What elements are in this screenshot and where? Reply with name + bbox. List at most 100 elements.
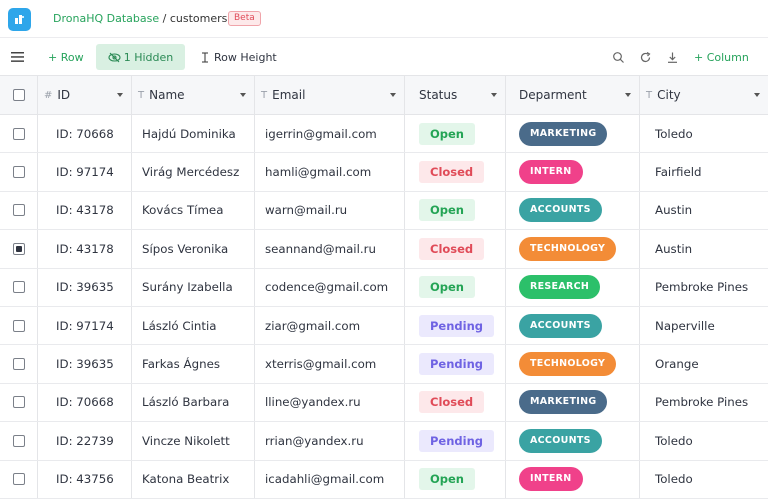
cell-status[interactable]: Pending <box>405 307 506 345</box>
cell-id[interactable]: ID: 43178 <box>38 191 132 230</box>
row-checkbox[interactable] <box>12 127 25 140</box>
cell-name[interactable]: László Cintia <box>132 307 255 345</box>
table-row[interactable]: ID: 43178 Kovács Tímea warn@mail.ru Open ACC… <box>0 191 768 231</box>
cell-city[interactable]: Pembroke Pines <box>640 384 768 421</box>
cell-id[interactable]: ID: 22739 <box>38 422 132 460</box>
cell-id[interactable]: ID: 43756 <box>38 460 132 498</box>
table-row[interactable]: ID: 39635 Farkas Ágnes xterris@gmail.com Pe… <box>0 345 768 384</box>
cell-status[interactable]: Open <box>405 460 506 498</box>
cell-status[interactable]: Open <box>405 115 506 153</box>
search-icon[interactable] <box>612 51 625 64</box>
cell-name[interactable]: Sípos Veronika <box>132 230 255 268</box>
cell-department[interactable]: MARKETING <box>506 115 640 153</box>
cell-department[interactable]: TECHNOLOGY <box>506 230 640 268</box>
column-header-email[interactable]: T Email <box>255 76 405 114</box>
column-header-city[interactable]: T City <box>640 76 768 114</box>
cell-department[interactable]: TECHNOLOGY <box>506 345 640 383</box>
breadcrumb-database[interactable]: DronaHQ Database <box>53 12 159 25</box>
row-height-button[interactable]: Row Height <box>200 38 277 76</box>
row-checkbox[interactable] <box>12 319 25 332</box>
cell-city[interactable]: Austin <box>640 192 768 229</box>
table-row[interactable]: ID: 97174 László Cintia ziar@gmail.com Pend… <box>0 307 768 346</box>
cell-id[interactable]: ID: 39635 <box>38 268 132 306</box>
cell-email[interactable]: xterris@gmail.com <box>255 345 405 383</box>
cell-department[interactable]: ACCOUNTS <box>506 307 640 345</box>
cell-department[interactable]: RESEARCH <box>506 268 640 306</box>
cell-city[interactable]: Toledo <box>640 115 768 152</box>
app-logo[interactable] <box>8 8 31 31</box>
cell-department[interactable]: INTERN <box>506 153 640 191</box>
cell-status[interactable]: Pending <box>405 345 506 383</box>
cell-city[interactable]: Orange <box>640 345 768 382</box>
cell-status[interactable]: Closed <box>405 383 506 422</box>
add-column-button[interactable]: + Column <box>694 38 749 76</box>
cell-city[interactable]: Pembroke Pines <box>640 269 768 306</box>
column-header-department[interactable]: Deparment <box>506 76 640 114</box>
row-checkbox[interactable] <box>12 358 25 371</box>
cell-id[interactable]: ID: 43178 <box>38 230 132 268</box>
table-row[interactable]: ID: 97174 Virág Mercédesz hamli@gmail.com C… <box>0 153 768 192</box>
column-header-id[interactable]: # ID <box>38 76 132 114</box>
table-row[interactable]: ID: 39635 Surány Izabella codence@gmail.co… <box>0 268 768 307</box>
select-all-checkbox[interactable] <box>12 89 25 101</box>
table-row[interactable]: ID: 43178 Sípos Veronika seannand@mail.ru C… <box>0 230 768 269</box>
cell-name[interactable]: Kovács Tímea <box>132 191 255 230</box>
table-row[interactable]: ID: 70668 László Barbara lline@yandex.ru Cl… <box>0 383 768 423</box>
chevron-down-icon[interactable] <box>625 93 631 97</box>
cell-email[interactable]: icadahli@gmail.com <box>255 460 405 498</box>
cell-status[interactable]: Closed <box>405 230 506 268</box>
cell-name[interactable]: Hajdú Dominika <box>132 115 255 153</box>
cell-city[interactable]: Toledo <box>640 422 768 459</box>
cell-id[interactable]: ID: 39635 <box>38 345 132 383</box>
cell-name[interactable]: Virág Mercédesz <box>132 153 255 191</box>
cell-email[interactable]: lline@yandex.ru <box>255 383 405 422</box>
cell-status[interactable]: Closed <box>405 153 506 191</box>
cell-name[interactable]: László Barbara <box>132 383 255 422</box>
cell-department[interactable]: INTERN <box>506 460 640 498</box>
cell-email[interactable]: ziar@gmail.com <box>255 307 405 345</box>
cell-email[interactable]: warn@mail.ru <box>255 191 405 230</box>
download-icon[interactable] <box>666 51 679 64</box>
hidden-columns-button[interactable]: 1 Hidden <box>96 44 185 70</box>
column-header-status[interactable]: Status <box>405 76 506 114</box>
cell-city[interactable]: Austin <box>640 230 768 267</box>
cell-name[interactable]: Katona Beatrix <box>132 460 255 498</box>
menu-icon[interactable] <box>10 50 26 64</box>
table-row[interactable]: ID: 22739 Vincze Nikolett rrian@yandex.ru P… <box>0 422 768 461</box>
row-checkbox[interactable] <box>12 204 25 217</box>
row-checkbox[interactable] <box>12 166 25 179</box>
table-row[interactable]: ID: 70668 Hajdú Dominika igerrin@gmail.com… <box>0 115 768 154</box>
cell-department[interactable]: ACCOUNTS <box>506 191 640 230</box>
chevron-down-icon[interactable] <box>390 93 396 97</box>
refresh-icon[interactable] <box>639 51 652 64</box>
cell-email[interactable]: hamli@gmail.com <box>255 153 405 191</box>
cell-id[interactable]: ID: 70668 <box>38 115 132 153</box>
chevron-down-icon[interactable] <box>491 93 497 97</box>
chevron-down-icon[interactable] <box>240 93 246 97</box>
cell-department[interactable]: MARKETING <box>506 383 640 422</box>
cell-email[interactable]: codence@gmail.com <box>255 268 405 306</box>
cell-name[interactable]: Farkas Ágnes <box>132 345 255 383</box>
cell-email[interactable]: igerrin@gmail.com <box>255 115 405 153</box>
row-checkbox[interactable] <box>12 396 25 409</box>
cell-status[interactable]: Pending <box>405 422 506 460</box>
cell-name[interactable]: Surány Izabella <box>132 268 255 306</box>
cell-status[interactable]: Open <box>405 191 506 230</box>
cell-city[interactable]: Naperville <box>640 307 768 344</box>
cell-email[interactable]: rrian@yandex.ru <box>255 422 405 460</box>
row-checkbox[interactable] <box>12 242 25 255</box>
cell-city[interactable]: Fairfield <box>640 153 768 190</box>
column-header-name[interactable]: T Name <box>132 76 255 114</box>
chevron-down-icon[interactable] <box>117 93 123 97</box>
row-checkbox[interactable] <box>12 281 25 294</box>
add-row-button[interactable]: + Row <box>48 38 84 76</box>
cell-city[interactable]: Toledo <box>640 461 768 498</box>
table-row[interactable]: ID: 43756 Katona Beatrix icadahli@gmail.co… <box>0 460 768 499</box>
cell-id[interactable]: ID: 97174 <box>38 153 132 191</box>
cell-status[interactable]: Open <box>405 268 506 306</box>
cell-id[interactable]: ID: 97174 <box>38 307 132 345</box>
cell-department[interactable]: ACCOUNTS <box>506 422 640 460</box>
row-checkbox[interactable] <box>12 473 25 486</box>
cell-name[interactable]: Vincze Nikolett <box>132 422 255 460</box>
row-checkbox[interactable] <box>12 434 25 447</box>
